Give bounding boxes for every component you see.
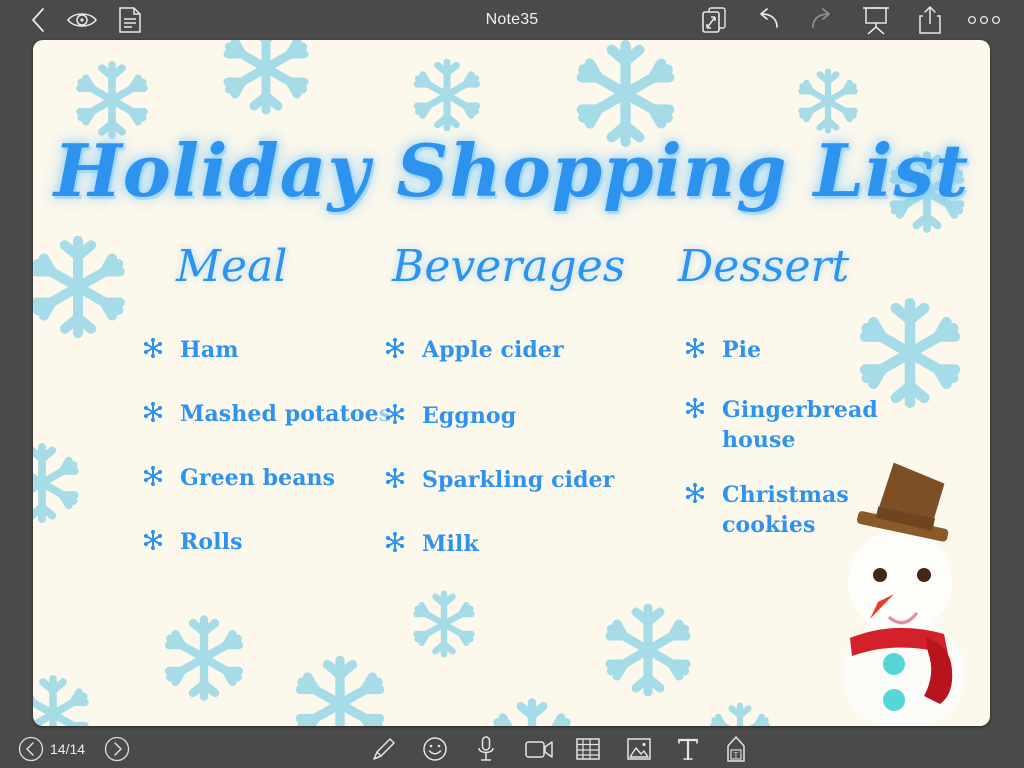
more-dots-icon	[967, 15, 1001, 25]
app-root: Note35 Holiday Shopping List Meal Ham Ma…	[0, 0, 1024, 768]
image-icon	[627, 738, 651, 760]
list-item[interactable]: Milk	[378, 529, 678, 565]
svg-text:T: T	[734, 750, 739, 759]
list-item[interactable]: Eggnog	[378, 401, 678, 437]
snowflake-bullet-icon	[378, 465, 412, 491]
video-tool-button[interactable]	[517, 730, 561, 768]
audio-tool-button[interactable]	[466, 730, 506, 768]
note-canvas[interactable]: Holiday Shopping List Meal Ham Mashed po…	[33, 40, 990, 726]
share-button[interactable]	[910, 0, 950, 40]
snowflake-bullet-icon	[678, 395, 712, 421]
pencil-icon	[373, 738, 395, 760]
snowflake-bullet-icon	[378, 529, 412, 555]
textbox-tool-button[interactable]: T	[718, 730, 754, 768]
snowflake-bullet-icon	[678, 479, 712, 506]
video-camera-icon	[525, 741, 553, 758]
list-item[interactable]: Apple cider	[378, 335, 678, 371]
sticker-tool-button[interactable]	[415, 730, 455, 768]
snowflake-bullet-icon	[378, 401, 412, 427]
present-button[interactable]	[856, 0, 896, 40]
pen-tool-button[interactable]	[364, 730, 404, 768]
text-tool-button[interactable]	[670, 730, 706, 768]
presentation-icon	[863, 7, 889, 35]
table-grid-icon	[576, 738, 600, 760]
page-title: Holiday Shopping List	[53, 128, 970, 213]
list-item[interactable]: Pie	[678, 335, 928, 371]
list-item-label: Ham	[180, 337, 239, 363]
expand-button[interactable]	[694, 0, 734, 40]
redo-button[interactable]	[802, 0, 842, 40]
redo-icon	[812, 8, 830, 28]
list-item-label: Green beans	[180, 465, 336, 491]
page-indicator: 14/14	[50, 741, 86, 757]
snowflake-bullet-icon	[136, 399, 170, 425]
snowflake-bullet-icon	[678, 335, 712, 361]
snowflake-icon	[413, 58, 481, 132]
snowflake-icon	[33, 674, 89, 726]
list-item-label: Milk	[422, 531, 479, 557]
microphone-icon	[478, 736, 494, 761]
snowflake-bullet-icon	[378, 335, 412, 361]
image-tool-button[interactable]	[619, 730, 659, 768]
smiley-icon	[423, 737, 447, 761]
snowman-illustration[interactable]	[832, 442, 982, 726]
snowflake-icon	[493, 698, 571, 726]
table-tool-button[interactable]	[568, 730, 608, 768]
snowflake-bullet-icon	[136, 335, 170, 361]
list-item-label: Rolls	[180, 529, 243, 555]
prev-page-button[interactable]	[14, 730, 48, 768]
column-beverages: Beverages Apple cider Eggnog Sparkling c…	[378, 245, 678, 593]
list-item[interactable]: Sparkling cider	[378, 465, 678, 501]
share-icon	[919, 6, 941, 34]
chevron-left-circle-icon	[18, 736, 44, 762]
list-item-label: Pie	[722, 337, 762, 363]
text-box-icon: T	[727, 736, 745, 762]
snowflake-icon	[798, 68, 858, 134]
snowflake-icon	[710, 702, 770, 726]
list-item-label: Apple cider	[422, 337, 564, 363]
snowflake-bullet-icon	[136, 463, 170, 489]
snowflake-bullet-icon	[136, 527, 170, 553]
column-heading-dessert: Dessert	[678, 241, 850, 292]
next-page-button[interactable]	[100, 730, 134, 768]
list-item-label: Sparkling cider	[422, 467, 615, 493]
snowflake-icon	[223, 40, 309, 115]
text-t-icon	[677, 738, 699, 761]
list-item-label: Eggnog	[422, 403, 517, 429]
undo-icon	[760, 8, 778, 28]
column-heading-beverages: Beverages	[392, 241, 626, 292]
undo-button[interactable]	[748, 0, 788, 40]
more-button[interactable]	[962, 0, 1006, 40]
chevron-right-circle-icon	[104, 736, 130, 762]
list-item-label: Mashed potatoes	[180, 401, 392, 427]
top-toolbar: Note35	[0, 0, 1024, 40]
expand-icon	[702, 7, 726, 33]
bottom-toolbar: 14/14 T	[0, 730, 1024, 768]
